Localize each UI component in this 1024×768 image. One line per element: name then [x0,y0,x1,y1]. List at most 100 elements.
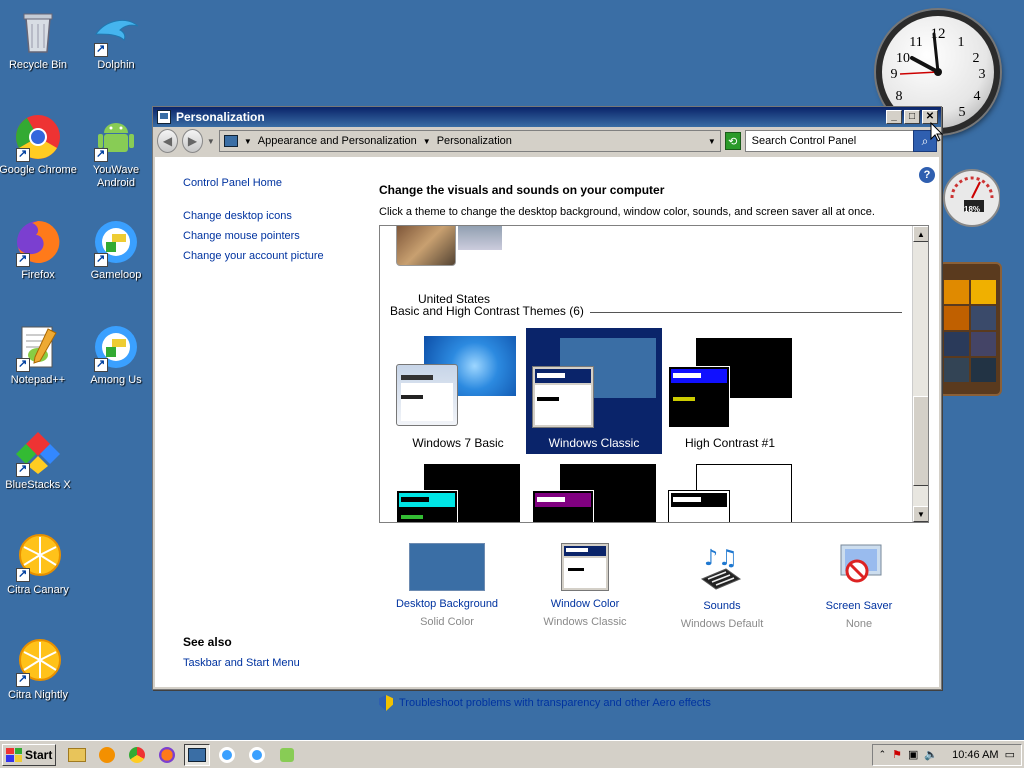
clock-time[interactable]: 10:46 AM [952,749,998,761]
theme-list[interactable]: United States Basic and High Contrast Th… [379,225,929,523]
option-name[interactable]: Desktop Background [387,597,507,611]
refresh-icon: ⟲ [728,135,738,148]
screen-saver-icon [821,543,897,593]
control-panel-icon [157,110,171,124]
scroll-thumb[interactable] [913,396,928,486]
scroll-down-button[interactable]: ▼ [913,506,928,522]
clock-number: 2 [973,51,980,66]
desktop-icon-citra-nightly[interactable]: Citra Nightly [0,638,78,702]
breadcrumb-appearance[interactable]: Appearance and Personalization [258,135,417,147]
help-icon: ? [923,169,931,181]
chrome-icon [129,746,145,763]
folder-icon [68,747,86,762]
desktop-icon-among-us[interactable]: Among Us [76,323,156,387]
page-description: Click a theme to change the desktop back… [379,206,875,218]
dolphin-icon [92,8,140,57]
troubleshoot-text[interactable]: Troubleshoot problems with transparency … [399,697,711,709]
chrome-taskbar-button[interactable] [124,744,150,766]
system-tray: ⌃ ⚑ ▣ 🔈 10:46 AM ▭ [871,743,1022,766]
theme-high-contrast-2[interactable] [390,462,526,522]
theme-name: Windows Classic [548,436,640,450]
address-dropdown-icon[interactable]: ▼ [708,137,716,146]
search-icon: ⌕ [921,133,929,148]
clock-number: 9 [891,67,898,82]
start-button[interactable]: Start [2,743,56,766]
minimize-button[interactable]: _ [886,110,902,124]
desktop-background-option[interactable]: Desktop Background Solid Color [387,543,507,629]
gameloop-taskbar-button[interactable] [214,744,240,766]
maximize-button[interactable]: □ [904,110,920,124]
desktop-icon-label: Citra Canary [7,584,69,596]
change-mouse-pointers-link[interactable]: Change mouse pointers [183,230,365,242]
theme-united-states[interactable]: United States [394,226,530,306]
theme-windows-7-basic[interactable]: Windows 7 Basic [390,328,526,454]
cpu-meter-gadget[interactable]: 18% [940,162,1001,242]
control-panel-home-link[interactable]: Control Panel Home [183,177,365,189]
action-center-flag-icon[interactable]: ⚑ [892,748,902,761]
show-hidden-icons-icon[interactable]: ⌃ [879,749,887,760]
desktop-icon-chrome[interactable]: Google Chrome [0,113,78,177]
bluestacks-icon [14,428,62,477]
theme-high-contrast-white[interactable] [662,462,798,522]
theme-windows-classic[interactable]: Windows Classic [526,328,662,454]
help-button[interactable]: ? [919,167,935,183]
back-arrow-icon: ◀ [162,134,173,148]
back-button[interactable]: ◀ [157,129,178,153]
content-area: Control Panel Home Change desktop icons … [155,157,939,711]
clock-number: 3 [979,67,986,82]
change-account-picture-link[interactable]: Change your account picture [183,250,365,262]
firefox-taskbar-button[interactable] [154,744,180,766]
desktop-icon-notepadpp[interactable]: Notepad++ [0,323,78,387]
option-name[interactable]: Sounds [662,599,782,613]
desktop-icon-label: Among Us [90,374,142,386]
search-placeholder: Search Control Panel [751,135,857,147]
personalization-window[interactable]: Personalization _ □ ✕ ◀ ▶ ▼ ▼ Appearance… [152,106,942,711]
breadcrumb-arrow-icon[interactable]: ▼ [423,137,431,146]
taskbar-start-menu-link[interactable]: Taskbar and Start Menu [183,657,300,669]
control-panel-taskbar-button[interactable] [184,743,210,766]
desktop-icon-youwave[interactable]: YouWave Android [76,113,156,190]
desktop-icon-recycle-bin[interactable]: Recycle Bin [0,8,78,72]
option-name[interactable]: Window Color [525,597,645,611]
troubleshoot-link[interactable]: Troubleshoot problems with transparency … [379,695,711,711]
show-desktop-icon[interactable]: ▭ [1005,748,1015,761]
explorer-taskbar-button[interactable] [64,744,90,766]
theme-high-contrast-1[interactable]: High Contrast #1 [662,328,798,454]
notepadpp-icon [14,323,62,372]
volume-icon[interactable]: 🔈 [924,748,938,761]
theme-list-scrollbar[interactable]: ▲ ▼ [912,226,928,522]
window-color-option[interactable]: Window Color Windows Classic [525,543,645,629]
mouse-cursor-icon [930,122,944,142]
taskbar-quick-launch [64,743,300,766]
network-icon[interactable]: ▣ [908,748,918,761]
desktop-icon-citra-canary[interactable]: Citra Canary [0,533,78,597]
title-bar[interactable]: Personalization _ □ ✕ [153,107,941,127]
android-icon [280,747,294,762]
sounds-option[interactable]: ♪♫ Sounds Windows Default [662,543,782,631]
history-dropdown-icon[interactable]: ▼ [207,137,215,146]
shield-icon [379,695,393,711]
media-player-taskbar-button[interactable] [94,744,120,766]
address-bar[interactable]: ▼ Appearance and Personalization ▼ Perso… [218,130,721,152]
search-input[interactable]: Search Control Panel ⌕ [744,130,937,152]
desktop-icon-firefox[interactable]: Firefox [0,218,78,282]
slideshow-gadget[interactable] [938,262,1002,396]
refresh-button[interactable]: ⟲ [724,132,741,150]
breadcrumb-personalization[interactable]: Personalization [437,135,512,147]
forward-button[interactable]: ▶ [181,129,203,153]
android-taskbar-button[interactable] [274,744,300,766]
desktop-icon-gameloop[interactable]: Gameloop [76,218,156,282]
hc2-window-preview [396,490,458,522]
theme-high-contrast-black[interactable] [526,462,662,522]
classic-window-preview [532,366,594,428]
option-name[interactable]: Screen Saver [799,599,919,613]
united-states-thumbnail-2 [458,226,502,250]
scroll-up-button[interactable]: ▲ [913,226,928,242]
desktop-icon-dolphin[interactable]: Dolphin [76,8,156,72]
citra-icon [14,638,62,687]
desktop-icon-bluestacks[interactable]: BlueStacks X [0,428,78,492]
breadcrumb-arrow-icon[interactable]: ▼ [244,137,252,146]
among-us-taskbar-button[interactable] [244,744,270,766]
screen-saver-option[interactable]: Screen Saver None [799,543,919,631]
change-desktop-icons-link[interactable]: Change desktop icons [183,210,365,222]
